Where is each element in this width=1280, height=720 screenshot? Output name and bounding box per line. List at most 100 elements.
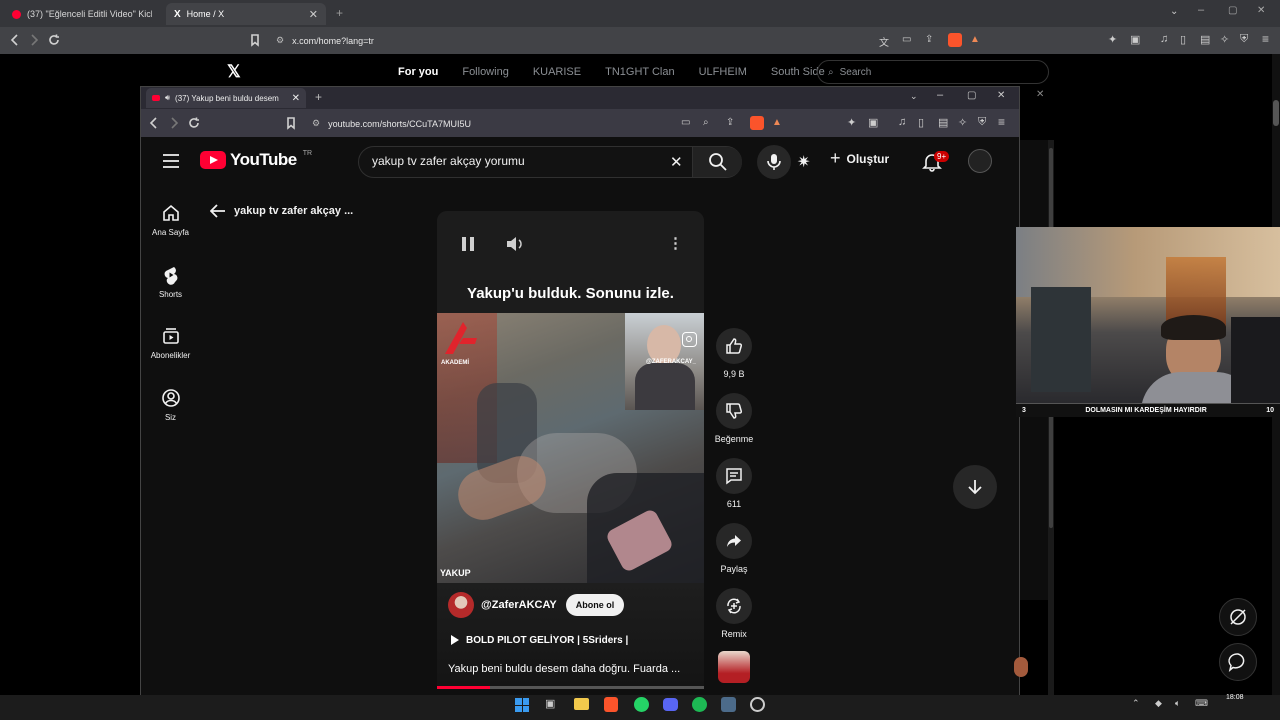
clear-search-icon[interactable]: ✕ xyxy=(670,153,683,171)
extensions-icon[interactable]: ✦ xyxy=(1108,33,1117,46)
x-tab-for-you[interactable]: For you xyxy=(398,66,438,78)
x-tab-following[interactable]: Following xyxy=(462,66,508,78)
minimize-icon[interactable]: – xyxy=(1198,4,1204,16)
minimize-icon[interactable]: – xyxy=(937,89,943,101)
avatar[interactable] xyxy=(448,592,474,618)
translate-icon[interactable]: 文 xyxy=(879,34,889,49)
outer-popup-close-icon[interactable]: ✕ xyxy=(1036,89,1044,100)
sidebar-toggle-icon[interactable]: ▣ xyxy=(1130,33,1140,46)
outer-scrollbar-thumb[interactable] xyxy=(1273,100,1279,126)
vpn-icon[interactable]: ⛨ xyxy=(978,116,986,129)
brave-rewards-icon[interactable]: ▲ xyxy=(772,117,782,128)
pause-button[interactable] xyxy=(461,235,475,253)
more-options-icon[interactable]: ⋮ xyxy=(668,234,683,252)
tab-list-chevron-icon[interactable]: ⌄ xyxy=(910,91,918,102)
music-icon[interactable]: ♫ xyxy=(898,116,906,128)
close-tab-icon[interactable]: ✕ xyxy=(309,8,318,21)
channel-name[interactable]: @ZaferAKCAY xyxy=(481,599,557,611)
youtube-logo[interactable]: YouTube TR xyxy=(200,150,312,170)
remix-button[interactable]: Remix xyxy=(713,588,755,639)
hamburger-menu-icon[interactable] xyxy=(162,153,180,169)
menu-icon[interactable]: ≡ xyxy=(1262,32,1269,46)
tray-volume-icon[interactable]: 🔈︎ xyxy=(1175,698,1180,709)
share-icon[interactable]: ⇪ xyxy=(925,34,933,45)
x-search-input[interactable]: ⌕ Search xyxy=(817,60,1049,84)
x-tab-kuarise[interactable]: KUARISE xyxy=(533,66,581,78)
new-tab-icon[interactable]: + xyxy=(315,90,322,104)
close-tab-icon[interactable]: ✕ xyxy=(292,93,300,104)
task-view-icon[interactable]: ▣ xyxy=(545,697,555,710)
like-button[interactable]: 9,9 B xyxy=(713,328,755,379)
volume-button[interactable] xyxy=(505,235,525,253)
next-short-button[interactable] xyxy=(953,465,997,509)
file-explorer-icon[interactable] xyxy=(574,698,589,710)
sidebar-item-shorts[interactable]: Shorts xyxy=(148,265,193,299)
whatsapp-icon[interactable] xyxy=(634,697,649,712)
music-icon[interactable]: ♫ xyxy=(1160,33,1168,45)
create-button[interactable]: + Oluştur xyxy=(830,148,889,169)
spark-icon[interactable]: ✷ xyxy=(797,152,810,172)
speaker-icon[interactable]: 🔊︎ xyxy=(165,93,170,103)
dislike-button[interactable]: Beğenme xyxy=(713,393,755,444)
bookmark-icon[interactable] xyxy=(284,116,298,130)
extensions-icon[interactable]: ✦ xyxy=(847,116,856,129)
floating-compass-button[interactable] xyxy=(1219,598,1257,636)
cast-icon[interactable]: ▭ xyxy=(902,34,911,45)
subscribe-button[interactable]: Abone ol xyxy=(565,594,625,616)
site-settings-icon[interactable]: ⚙ xyxy=(276,35,284,46)
forward-icon[interactable] xyxy=(27,33,41,47)
brave-shield-icon[interactable] xyxy=(948,33,962,47)
maximize-icon[interactable]: ▢ xyxy=(967,90,976,101)
floating-chat-button[interactable] xyxy=(1219,643,1257,681)
sidebar-item-you[interactable]: Siz xyxy=(148,388,193,422)
comments-button[interactable]: 611 xyxy=(713,458,755,509)
zoom-icon[interactable]: ⌕ xyxy=(703,117,709,128)
outer-tab-kick[interactable]: (37) "Eğlenceli Editli Video" Kick & Tw xyxy=(4,3,162,25)
reload-icon[interactable] xyxy=(187,116,201,130)
close-window-icon[interactable]: ✕ xyxy=(1257,5,1265,16)
inner-tab-youtube[interactable]: 🔊︎ (37) Yakup beni buldu desem ✕ xyxy=(146,88,306,108)
sidebar-item-home[interactable]: Ana Sayfa xyxy=(148,203,193,237)
reload-icon[interactable] xyxy=(47,33,61,47)
wallet-icon[interactable]: ▤ xyxy=(1200,33,1210,46)
wallet-icon[interactable]: ▤ xyxy=(938,116,948,129)
maximize-icon[interactable]: ▢ xyxy=(1228,5,1237,16)
tray-language-icon[interactable]: ⌨ xyxy=(1195,698,1208,709)
music-row[interactable]: BOLD PILOT GELİYOR | 5Sriders | xyxy=(450,634,628,646)
tab-list-chevron-icon[interactable]: ⌄ xyxy=(1170,6,1178,17)
steam-icon[interactable] xyxy=(721,697,736,712)
close-window-icon[interactable]: ✕ xyxy=(997,90,1005,101)
vpn-icon[interactable]: ⛨ xyxy=(1240,33,1248,46)
ai-icon[interactable]: ✧ xyxy=(958,116,967,129)
share-icon[interactable]: ⇪ xyxy=(726,117,734,128)
search-button[interactable] xyxy=(692,147,742,177)
inner-address-bar[interactable]: ⚙ youtube.com/shorts/CCuTA7MUI5U xyxy=(306,114,796,133)
obs-icon[interactable] xyxy=(750,697,765,712)
brave-rewards-icon[interactable]: ▲ xyxy=(970,34,980,45)
new-tab-icon[interactable]: + xyxy=(336,6,343,20)
tray-chevron-icon[interactable]: ⌃ xyxy=(1132,698,1140,709)
voice-search-button[interactable] xyxy=(757,145,791,179)
back-icon[interactable] xyxy=(147,116,161,130)
clock-time[interactable]: 18:08 xyxy=(1226,694,1244,701)
brave-shield-icon[interactable] xyxy=(750,116,764,130)
avatar[interactable] xyxy=(968,149,992,173)
share-button[interactable]: Paylaş xyxy=(713,523,755,574)
windows-start-icon[interactable] xyxy=(515,698,529,712)
spotify-icon[interactable] xyxy=(692,697,707,712)
search-results-back[interactable]: yakup tv zafer akçay ... xyxy=(210,204,353,218)
discord-icon[interactable] xyxy=(663,698,678,711)
menu-icon[interactable]: ≡ xyxy=(998,115,1005,129)
sidebar-item-subscriptions[interactable]: Abonelikler xyxy=(148,326,193,360)
ai-icon[interactable]: ✧ xyxy=(1220,33,1229,46)
brave-browser-icon[interactable] xyxy=(604,697,618,712)
back-icon[interactable] xyxy=(8,33,22,47)
site-settings-icon[interactable]: ⚙ xyxy=(312,118,320,129)
reader-icon[interactable]: ▯ xyxy=(918,116,924,129)
video-title[interactable]: Yakup beni buldu desem daha doğru. Fuard… xyxy=(448,663,698,675)
forward-icon[interactable] xyxy=(167,116,181,130)
x-tab-tn1ght-clan[interactable]: TN1GHT Clan xyxy=(605,66,674,78)
search-input[interactable] xyxy=(372,154,662,168)
sound-thumbnail[interactable] xyxy=(718,651,750,683)
cast-icon[interactable]: ▭ xyxy=(681,117,690,128)
